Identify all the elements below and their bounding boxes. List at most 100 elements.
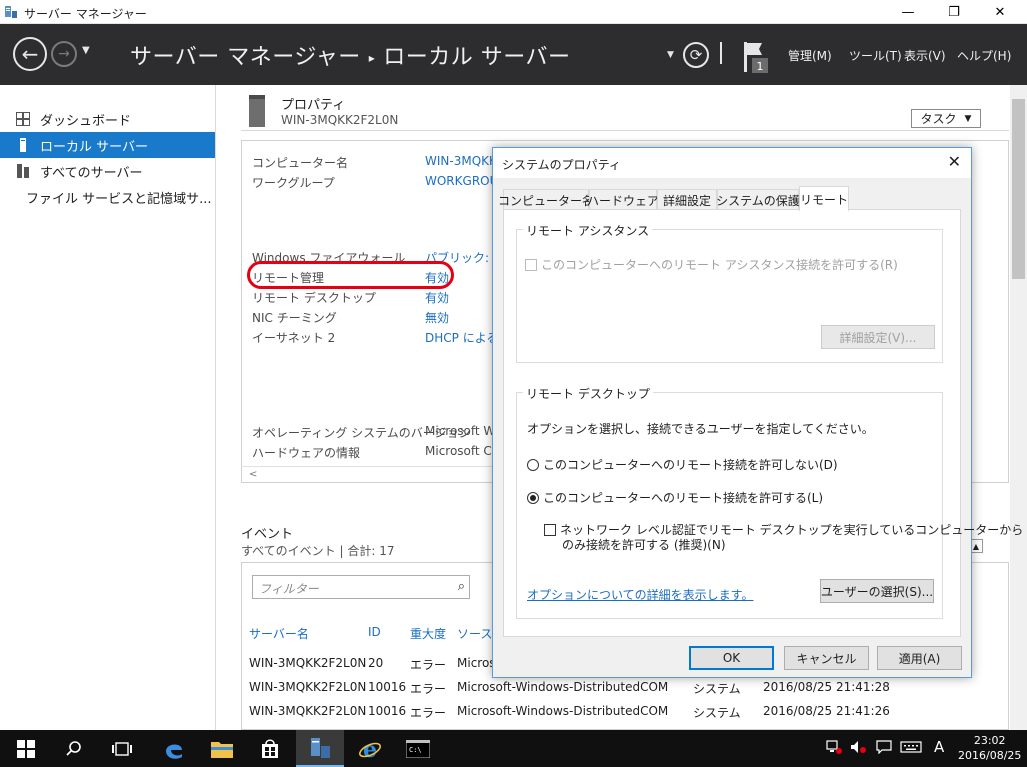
prop-label-workgroup: ワークグループ — [252, 176, 335, 190]
tasks-label: タスク — [920, 112, 957, 126]
store-icon[interactable] — [246, 730, 294, 767]
sidebar-item-file-storage[interactable]: ファイル サービスと記憶域サ... ▶ — [0, 184, 224, 210]
ime-indicator[interactable]: A — [934, 738, 944, 756]
sidebar-item-label: ダッシュボード — [40, 113, 132, 129]
remote-assistance-checkbox: このコンピューターへのリモート アシスタンス接続を許可する(R) — [525, 256, 898, 273]
column-header-id[interactable]: ID — [368, 625, 381, 639]
prop-value-remote-desktop[interactable]: 有効 — [425, 289, 449, 306]
tab-computer-name[interactable]: コンピューター名 — [498, 189, 594, 210]
remote-desktop-group-label: リモート デスクトップ — [523, 385, 653, 402]
window-titlebar: サーバー マネージャー — ❐ ✕ — [0, 0, 1027, 24]
nla-checkbox[interactable]: ネットワーク レベル認証でリモート デスクトップを実行しているコンピューターから… — [544, 523, 1023, 553]
sidebar-item-all-servers[interactable]: すべてのサーバー — [0, 158, 215, 184]
select-users-button[interactable]: ユーザーの選択(S)... — [820, 579, 934, 603]
properties-title: プロパティ — [281, 98, 346, 113]
menu-view[interactable]: 表示(V) — [904, 47, 946, 64]
maximize-button[interactable]: ❐ — [931, 0, 977, 24]
prop-value-nic-teaming[interactable]: 無効 — [425, 309, 449, 326]
scroll-thumb[interactable] — [1012, 99, 1025, 279]
remote-tab-panel: リモート アシスタンス このコンピューターへのリモート アシスタンス接続を許可す… — [503, 209, 1023, 637]
task-view-icon[interactable] — [98, 730, 146, 767]
network-icon[interactable] — [826, 740, 842, 757]
sidebar: ダッシュボード ローカル サーバー すべてのサーバー ファイル サービスと記憶域… — [0, 85, 224, 730]
dialog-close-icon[interactable]: ✕ — [948, 152, 961, 171]
keyboard-icon[interactable] — [900, 740, 922, 757]
history-dropdown-icon[interactable]: ▼ — [82, 45, 90, 56]
prop-label-computer-name: コンピューター名 — [252, 156, 349, 170]
tasks-dropdown-button[interactable]: タスク ▼ — [911, 109, 981, 128]
breadcrumb-separator-icon: ▸ — [368, 51, 376, 65]
sidebar-item-label: ローカル サーバー — [40, 139, 149, 155]
prop-label-hardware: ハードウェアの情報 — [252, 446, 361, 460]
prop-value-hardware: Microsoft Co — [425, 444, 500, 458]
event-row-2-server[interactable]: WIN-3MQKK2F2L0N — [249, 704, 366, 718]
column-header-server[interactable]: サーバー名 — [249, 625, 309, 642]
events-filter-input[interactable]: フィルター ⌕ — [252, 575, 470, 599]
ok-button[interactable]: OK — [689, 646, 774, 670]
back-arrow-icon[interactable]: ← — [13, 37, 47, 71]
file-explorer-icon[interactable] — [198, 730, 246, 767]
scroll-left-icon[interactable]: < — [249, 469, 257, 480]
header-bar: ← → ▼ サーバー マネージャー ▸ ローカル サーバー ▼ ⟳ 1 管理(M) … — [0, 24, 1027, 85]
main-vscrollbar[interactable] — [1010, 85, 1027, 730]
chevron-down-icon: ▼ — [964, 113, 972, 124]
breadcrumb-root[interactable]: サーバー マネージャー — [130, 45, 361, 70]
sidebar-item-dashboard[interactable]: ダッシュボード — [0, 106, 215, 132]
tab-advanced[interactable]: 詳細設定 — [657, 189, 717, 210]
tab-remote[interactable]: リモート — [799, 186, 849, 211]
options-help-link[interactable]: オプションについての詳細を表示します。 — [527, 586, 753, 603]
tab-hardware[interactable]: ハードウェア — [587, 189, 659, 210]
internet-explorer-icon[interactable]: e — [346, 730, 394, 767]
cancel-button[interactable]: キャンセル — [784, 646, 869, 670]
prop-label-nic-teaming: NIC チーミング — [252, 311, 337, 325]
remote-assistance-group-label: リモート アシスタンス — [523, 222, 653, 239]
search-icon[interactable] — [50, 730, 98, 767]
taskbar-clock[interactable]: 23:02 2016/08/25 — [958, 733, 1021, 763]
prop-value-workgroup[interactable]: WORKGROU — [425, 174, 498, 188]
all-servers-icon — [17, 164, 29, 178]
radio-allow-remote[interactable]: このコンピューターへのリモート接続を許可する(L) — [527, 489, 823, 506]
search-icon[interactable]: ⌕ — [458, 579, 465, 594]
apply-button[interactable]: 適用(A) — [877, 646, 962, 670]
prop-value-computer-name[interactable]: WIN-3MQKK — [425, 154, 497, 168]
system-properties-dialog: システムのプロパティ ✕ コンピューター名 ハードウェア 詳細設定 システムの保… — [492, 147, 1023, 678]
close-window-button[interactable]: ✕ — [977, 0, 1023, 24]
event-row-1-severity: エラー — [410, 682, 447, 696]
checkbox-box — [544, 524, 556, 536]
menu-tools[interactable]: ツール(T) — [849, 47, 902, 64]
edge-browser-icon[interactable] — [150, 730, 198, 767]
dialog-titlebar: システムのプロパティ ✕ — [493, 148, 971, 178]
event-row-1-log: システム — [693, 682, 741, 696]
tab-system-protection[interactable]: システムの保護 — [716, 189, 800, 210]
event-row-0-server[interactable]: WIN-3MQKK2F2L0N — [249, 656, 366, 670]
notification-flag-icon[interactable]: 1 — [742, 40, 770, 74]
forward-arrow-icon[interactable]: → — [51, 41, 77, 67]
server-manager-icon — [5, 6, 17, 18]
sidebar-item-local-server[interactable]: ローカル サーバー — [0, 132, 215, 158]
column-header-source[interactable]: ソース — [457, 625, 492, 642]
remote-desktop-hint: オプションを選択し、接続できるユーザーを指定してください。 — [527, 422, 874, 436]
breadcrumb-current: ローカル サーバー — [383, 45, 571, 70]
column-header-severity[interactable]: 重大度 — [410, 625, 446, 642]
command-prompt-icon[interactable]: C:\ — [394, 730, 442, 767]
server-icon — [249, 95, 265, 127]
minimize-button[interactable]: — — [885, 0, 931, 24]
prop-value-os-version: Microsoft Wi — [425, 424, 499, 438]
start-windows-icon[interactable] — [2, 730, 50, 767]
volume-muted-icon[interactable] — [850, 740, 868, 757]
radio-deny-remote[interactable]: このコンピューターへのリモート接続を許可しない(D) — [527, 456, 838, 473]
remote-assistance-checkbox-label: このコンピューターへのリモート アシスタンス接続を許可する(R) — [541, 258, 898, 272]
menu-help[interactable]: ヘルプ(H) — [957, 47, 1011, 64]
action-center-icon[interactable] — [876, 740, 892, 757]
radio-circle — [527, 459, 539, 471]
dashboard-icon — [16, 112, 30, 126]
refresh-icon[interactable]: ⟳ — [683, 42, 709, 68]
menu-manage[interactable]: 管理(M) — [788, 47, 832, 64]
event-row-2-severity: エラー — [410, 706, 447, 720]
nla-label-line1: ネットワーク レベル認証でリモート デスクトップを実行しているコンピューターから — [560, 523, 1024, 537]
event-row-2-log: システム — [693, 706, 741, 720]
server-manager-taskbar-icon[interactable] — [296, 730, 344, 767]
event-row-1-server[interactable]: WIN-3MQKK2F2L0N — [249, 680, 366, 694]
properties-hscrollbar[interactable]: < — [241, 466, 501, 483]
refresh-dropdown-icon[interactable]: ▼ — [667, 50, 674, 60]
